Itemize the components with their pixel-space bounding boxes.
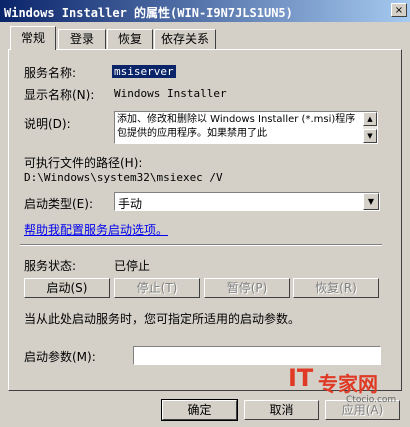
tab-dependencies[interactable]: 依存关系 [154, 29, 216, 49]
watermark-logo: IT [288, 364, 314, 392]
properties-panel [8, 49, 402, 391]
tab-label: 恢复 [117, 32, 142, 46]
tab-label: 依存关系 [160, 32, 209, 46]
window-title: Windows Installer 的属性(WIN-I9N7JLS1UN5) [4, 6, 293, 20]
tab-recovery[interactable]: 恢复 [107, 29, 153, 49]
tab-label: 常规 [20, 31, 45, 45]
ok-button[interactable]: 确定 [161, 399, 238, 421]
tab-label: 登录 [69, 32, 94, 46]
watermark-brand: 专家网 [318, 372, 378, 396]
cancel-button[interactable]: 取消 [244, 400, 319, 420]
close-button[interactable]: × [391, 3, 407, 17]
title-bar[interactable]: Windows Installer 的属性(WIN-I9N7JLS1UN5) × [0, 0, 410, 22]
tab-logon[interactable]: 登录 [58, 29, 106, 49]
watermark-site: Ctocio.com [346, 395, 397, 405]
tab-general[interactable]: 常规 [10, 26, 56, 50]
